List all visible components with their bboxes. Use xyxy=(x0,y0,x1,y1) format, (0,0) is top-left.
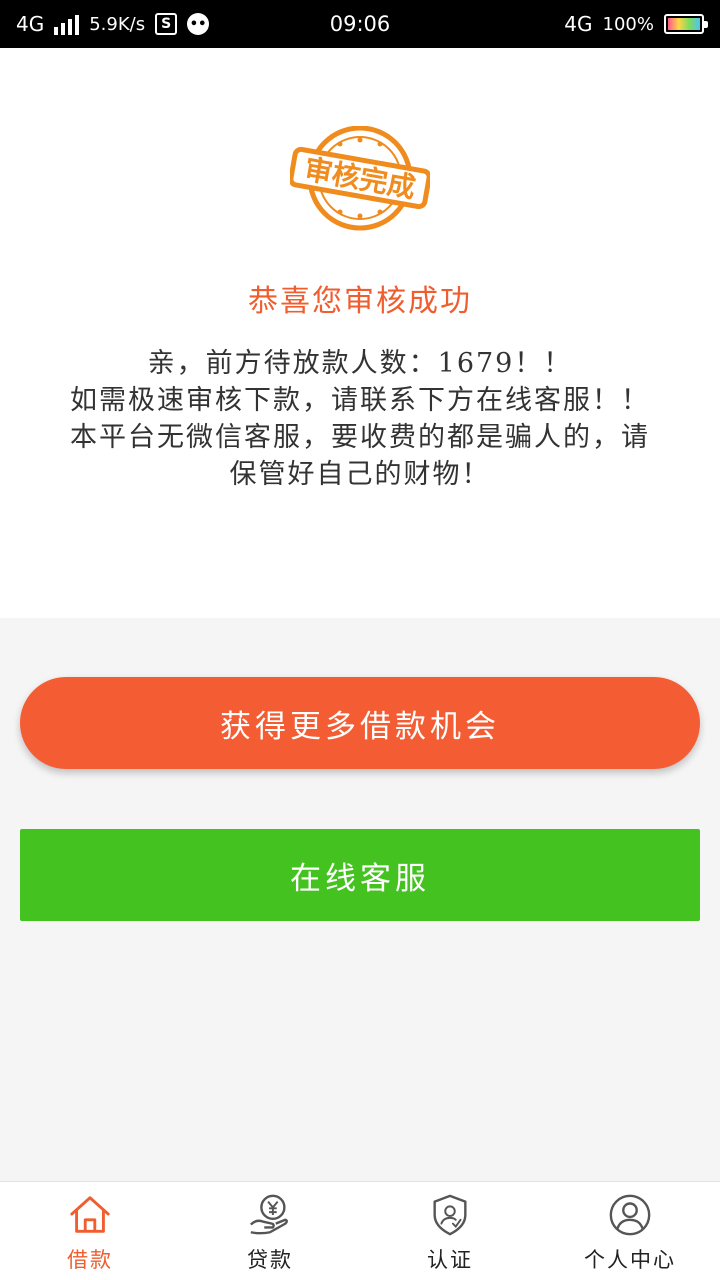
message-line: 保管好自己的财物！ xyxy=(229,459,491,490)
status-bar-right: 4G 100% xyxy=(564,12,708,36)
tab-borrow[interactable]: 借款 xyxy=(0,1182,180,1280)
status-bar-left: 4G 5.9K/s S •• xyxy=(16,12,210,36)
status-bar: 4G 5.9K/s S •• 09:06 4G 100% xyxy=(0,0,720,48)
battery-percent: 100% xyxy=(602,13,654,35)
signal-icon xyxy=(54,13,80,35)
result-panel: 审核完成 恭喜您审核成功 亲，前方待放款人数：1679！！ 如需极速审核下款，请… xyxy=(0,48,720,618)
tab-profile[interactable]: 个人中心 xyxy=(540,1182,720,1280)
network-type-right: 4G xyxy=(564,12,593,36)
more-loans-button[interactable]: 获得更多借款机会 xyxy=(20,677,700,769)
battery-icon xyxy=(664,14,708,34)
message-line: 本平台无微信客服，要收费的都是骗人的，请 xyxy=(70,422,650,453)
user-icon xyxy=(609,1194,651,1236)
tab-label: 贷款 xyxy=(247,1248,293,1272)
online-service-button[interactable]: 在线客服 xyxy=(20,829,700,921)
tab-label: 个人中心 xyxy=(584,1248,676,1272)
success-title: 恭喜您审核成功 xyxy=(248,284,472,319)
chat-notification-icon: •• xyxy=(187,13,210,35)
message-line: 亲，前方待放款人数：1679！！ xyxy=(147,348,573,379)
network-speed: 5.9K/s xyxy=(89,13,146,35)
tab-loan[interactable]: 贷款 xyxy=(180,1182,360,1280)
home-icon xyxy=(70,1196,110,1233)
notice-message: 亲，前方待放款人数：1679！！ 如需极速审核下款，请联系下方在线客服！！ 本平… xyxy=(40,345,680,493)
shield-check-icon xyxy=(433,1194,467,1236)
bottom-tab-bar: 借款 贷款 认证 个人中心 xyxy=(0,1181,720,1280)
approved-stamp-icon: 审核完成 xyxy=(290,126,430,231)
tab-verify[interactable]: 认证 xyxy=(360,1182,540,1280)
tab-label: 认证 xyxy=(427,1248,473,1272)
yen-hand-icon xyxy=(249,1194,288,1235)
app-notification-icon: S xyxy=(155,13,178,35)
network-type: 4G xyxy=(16,12,45,36)
tab-label: 借款 xyxy=(67,1248,113,1272)
message-line: 如需极速审核下款，请联系下方在线客服！！ xyxy=(70,385,650,416)
